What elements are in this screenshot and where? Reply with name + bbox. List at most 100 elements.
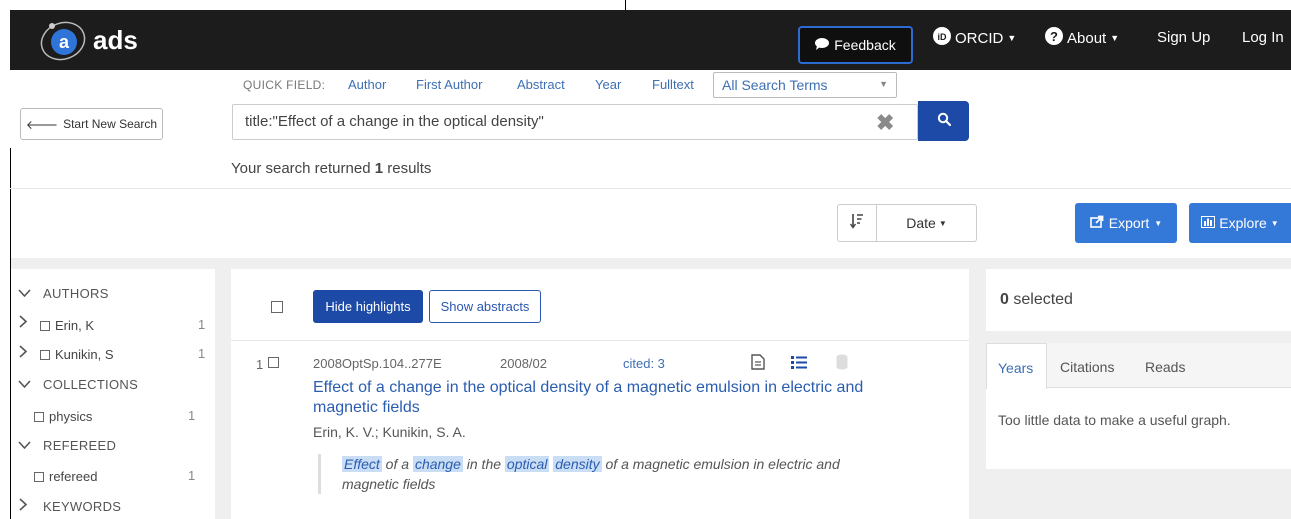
facet-item-kunikin[interactable]: Kunikin, S [40, 347, 114, 362]
references-list-icon[interactable] [791, 356, 807, 374]
facet-count: 1 [198, 317, 206, 332]
sign-up-link[interactable]: Sign Up [1157, 29, 1210, 46]
hide-highlights-button[interactable]: Hide highlights [313, 290, 423, 323]
facet-item-refereed[interactable]: refereed [34, 469, 97, 484]
highlight-term: Effect [342, 456, 382, 472]
search-terms-select[interactable]: All Search Terms ▼ [713, 72, 897, 98]
sort-field-dropdown[interactable]: Date ▼ [877, 204, 977, 242]
tab-citations[interactable]: Citations [1060, 359, 1114, 375]
ads-logo-icon[interactable]: a [38, 17, 88, 63]
sort-amount-down-icon [849, 213, 864, 233]
facet-count: 1 [198, 346, 206, 361]
tab-reads[interactable]: Reads [1145, 359, 1185, 375]
quick-field-year[interactable]: Year [595, 77, 621, 92]
facet-item-label: Erin, K [55, 318, 95, 333]
caret-down-icon: ▼ [879, 79, 888, 89]
orcid-label: ORCID [955, 29, 1004, 47]
facet-checkbox[interactable] [40, 321, 50, 331]
result-title-link[interactable]: Effect of a change in the optical densit… [313, 378, 923, 418]
frame-line-top [625, 0, 626, 10]
snippet-text: in the [462, 456, 505, 472]
result-authors: Erin, K. V.; Kunikin, S. A. [313, 424, 466, 440]
quick-field-fulltext[interactable]: Fulltext [652, 77, 694, 92]
facet-count: 1 [188, 408, 196, 423]
arrow-left-icon: 🡐 [25, 117, 59, 132]
export-label: Export [1108, 215, 1150, 231]
result-cited-link[interactable]: cited: 3 [623, 356, 665, 371]
divider [986, 331, 1291, 343]
facet-heading-collections[interactable]: COLLECTIONS [43, 377, 138, 392]
facet-item-physics[interactable]: physics [34, 409, 92, 424]
question-circle-icon: ? [1045, 27, 1063, 49]
start-new-search-label: Start New Search [63, 117, 158, 131]
divider [10, 188, 1291, 189]
start-new-search-button[interactable]: 🡐 Start New Search [20, 108, 163, 140]
caret-down-icon: ▼ [1154, 218, 1163, 228]
quick-field-first-author[interactable]: First Author [416, 77, 482, 92]
selected-number: 0 [1000, 291, 1009, 308]
clear-search-icon[interactable]: ✖ [876, 110, 894, 136]
svg-text:iD: iD [938, 32, 948, 42]
highlight-term: optical [504, 456, 550, 472]
facet-item-label: refereed [49, 469, 98, 484]
caret-down-icon: ▼ [1007, 33, 1017, 43]
chevron-right-icon[interactable] [18, 315, 28, 331]
facet-heading-refereed[interactable]: REFEREED [43, 438, 116, 453]
data-database-icon [836, 354, 848, 375]
bar-chart-icon [1201, 215, 1216, 231]
svg-text:?: ? [1050, 29, 1058, 44]
caret-down-icon: ▼ [938, 218, 947, 228]
results-count: 1 [374, 160, 384, 177]
tab-years[interactable]: Years [986, 343, 1047, 389]
sort-direction-button[interactable] [837, 204, 877, 242]
show-abstracts-button[interactable]: Show abstracts [429, 290, 541, 323]
highlight-term: change [412, 456, 463, 472]
feedback-label: Feedback [834, 37, 896, 53]
result-checkbox[interactable] [268, 357, 279, 368]
orcid-menu[interactable]: iD ORCID ▼ [933, 27, 1016, 49]
quick-field-abstract[interactable]: Abstract [517, 77, 565, 92]
orcid-icon: iD [933, 27, 951, 49]
sort-field-label: Date [906, 215, 936, 231]
quick-field-author[interactable]: Author [348, 77, 386, 92]
log-in-link[interactable]: Log In [1242, 29, 1284, 46]
chevron-down-icon[interactable] [18, 377, 31, 392]
export-button[interactable]: Export ▼ [1075, 203, 1177, 243]
caret-down-icon: ▼ [1110, 33, 1120, 43]
facet-checkbox[interactable] [40, 350, 50, 360]
graph-message: Too little data to make a useful graph. [998, 412, 1231, 428]
select-all-checkbox[interactable] [271, 301, 283, 313]
facet-checkbox[interactable] [34, 412, 44, 422]
result-index: 1 [256, 357, 264, 372]
result-bibcode: 2008OptSp.104..277E [313, 356, 442, 371]
results-prefix: Your search returned [231, 160, 371, 177]
divider [231, 340, 969, 341]
facet-checkbox[interactable] [34, 472, 44, 482]
about-menu[interactable]: ? About ▼ [1045, 27, 1119, 49]
about-label: About [1067, 29, 1107, 47]
feedback-button[interactable]: Feedback [798, 26, 913, 64]
facet-heading-keywords[interactable]: KEYWORDS [43, 499, 121, 514]
results-count-line: Your search returned 1 results [231, 160, 431, 177]
comment-icon [815, 37, 830, 53]
explore-button[interactable]: Explore ▼ [1189, 203, 1291, 243]
search-button[interactable] [918, 101, 969, 141]
chevron-down-icon[interactable] [18, 286, 31, 301]
share-square-icon [1089, 215, 1104, 231]
svg-text:a: a [59, 32, 70, 52]
selected-label: selected [1013, 291, 1073, 308]
full-text-icon[interactable] [751, 354, 765, 375]
chevron-down-icon[interactable] [18, 438, 31, 453]
facet-item-label: Kunikin, S [55, 347, 114, 362]
chevron-right-icon[interactable] [18, 498, 28, 514]
logo-text[interactable]: ads [93, 25, 138, 56]
search-input[interactable]: title:"Effect of a change in the optical… [232, 104, 918, 140]
results-suffix: results [387, 160, 432, 177]
quick-field-label: QUICK FIELD: [243, 78, 326, 92]
search-icon [937, 112, 951, 131]
facet-heading-authors[interactable]: AUTHORS [43, 286, 109, 301]
chevron-right-icon[interactable] [18, 345, 28, 361]
explore-label: Explore [1219, 215, 1267, 231]
facet-item-erin[interactable]: Erin, K [40, 318, 94, 333]
facet-item-label: physics [49, 409, 93, 424]
